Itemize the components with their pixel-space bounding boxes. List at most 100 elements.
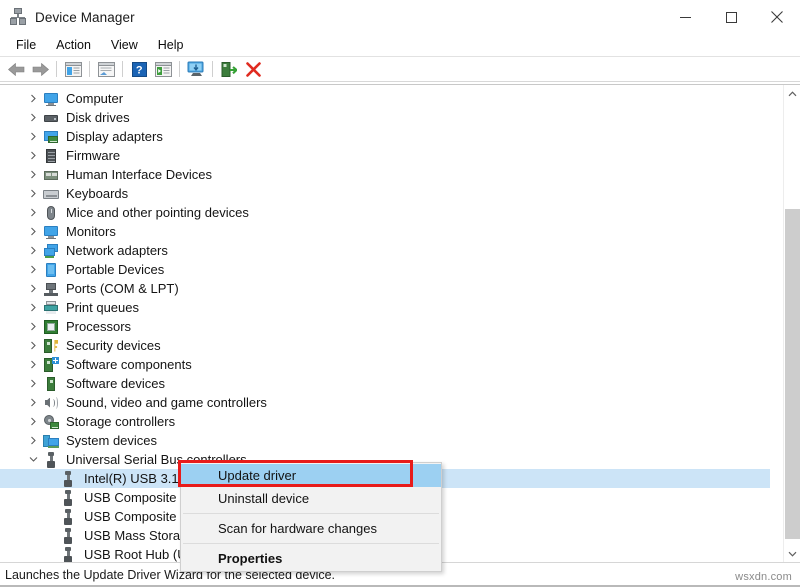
keyboard-icon: [43, 186, 59, 202]
pane-top-border: [0, 84, 800, 85]
enable-device-icon[interactable]: [217, 58, 241, 80]
toolbar-separator: [122, 61, 123, 77]
tree-node-software-components[interactable]: Software components: [0, 355, 770, 374]
usb-controller-icon: [43, 452, 59, 468]
scroll-up-arrow-icon[interactable]: [784, 85, 800, 102]
tree-node-mice-and-pointing-devices[interactable]: Mice and other pointing devices: [0, 203, 770, 222]
chevron-right-icon[interactable]: [27, 127, 40, 146]
vertical-scrollbar[interactable]: [783, 85, 800, 562]
back-arrow-icon[interactable]: [4, 58, 28, 80]
tree-node-sound-video-game-controllers[interactable]: Sound, video and game controllers: [0, 393, 770, 412]
tree-node-storage-controllers[interactable]: Storage controllers: [0, 412, 770, 431]
tree-node-firmware[interactable]: Firmware: [0, 146, 770, 165]
system-device-icon: [43, 433, 59, 449]
tree-node-display-adapters[interactable]: Display adapters: [0, 127, 770, 146]
tree-node-label: System devices: [66, 433, 157, 449]
update-driver-icon[interactable]: [151, 58, 175, 80]
uninstall-device-icon[interactable]: [241, 58, 265, 80]
tree-node-portable-devices[interactable]: Portable Devices: [0, 260, 770, 279]
tree-node-label: Security devices: [66, 338, 161, 354]
minimize-button[interactable]: [662, 0, 708, 34]
usb-device-icon: [60, 528, 76, 544]
toolbar-separator: [212, 61, 213, 77]
tree-node-print-queues[interactable]: Print queues: [0, 298, 770, 317]
chevron-down-icon[interactable]: [27, 450, 40, 469]
show-hide-console-tree-icon[interactable]: [61, 58, 85, 80]
chevron-right-icon[interactable]: [27, 317, 40, 336]
chevron-right-icon[interactable]: [27, 374, 40, 393]
tree-node-label: Sound, video and game controllers: [66, 395, 267, 411]
tree-node-label: Processors: [66, 319, 131, 335]
tree-node-security-devices[interactable]: Security devices: [0, 336, 770, 355]
chevron-right-icon[interactable]: [27, 412, 40, 431]
tree-node-label: Monitors: [66, 224, 116, 240]
firmware-icon: [43, 148, 59, 164]
help-icon[interactable]: ?: [127, 58, 151, 80]
properties-icon[interactable]: [94, 58, 118, 80]
toolbar-separator: [56, 61, 57, 77]
context-menu-item-update-driver[interactable]: Update driver: [181, 464, 441, 487]
tree-node-keyboards[interactable]: Keyboards: [0, 184, 770, 203]
chevron-right-icon[interactable]: [27, 355, 40, 374]
context-menu-item-scan-for-hardware-changes[interactable]: Scan for hardware changes: [181, 517, 441, 540]
context-menu-separator: [183, 543, 439, 544]
chevron-right-icon[interactable]: [27, 260, 40, 279]
tree-node-human-interface-devices[interactable]: Human Interface Devices: [0, 165, 770, 184]
tree-node-label: Portable Devices: [66, 262, 164, 278]
chevron-right-icon[interactable]: [27, 222, 40, 241]
chevron-right-icon[interactable]: [27, 393, 40, 412]
usb-device-icon: [60, 509, 76, 525]
chevron-right-icon[interactable]: [27, 241, 40, 260]
tree-node-software-devices[interactable]: Software devices: [0, 374, 770, 393]
tree-node-disk-drives[interactable]: Disk drives: [0, 108, 770, 127]
software-device-icon: [43, 376, 59, 392]
chevron-right-icon[interactable]: [27, 298, 40, 317]
scrollbar-thumb[interactable]: [785, 209, 800, 539]
menu-view[interactable]: View: [101, 35, 148, 55]
tree-node-system-devices[interactable]: System devices: [0, 431, 770, 450]
window-title: Device Manager: [35, 10, 135, 25]
tree-node-label: Mice and other pointing devices: [66, 205, 249, 221]
tree-node-network-adapters[interactable]: Network adapters: [0, 241, 770, 260]
chevron-right-icon[interactable]: [27, 146, 40, 165]
chevron-right-icon[interactable]: [27, 431, 40, 450]
scan-hardware-changes-icon[interactable]: [184, 58, 208, 80]
tree-node-label: Network adapters: [66, 243, 168, 259]
chevron-right-icon[interactable]: [27, 165, 40, 184]
tree-node-label: Software devices: [66, 376, 165, 392]
context-menu-item-uninstall-device[interactable]: Uninstall device: [181, 487, 441, 510]
tree-node-label: USB Composite D: [84, 509, 189, 525]
chevron-right-icon[interactable]: [27, 108, 40, 127]
port-icon: [43, 281, 59, 297]
tree-node-computer[interactable]: Computer: [0, 89, 770, 108]
menu-help[interactable]: Help: [148, 35, 194, 55]
chevron-right-icon[interactable]: [27, 336, 40, 355]
tree-node-label: USB Root Hub (US: [84, 547, 195, 563]
forward-arrow-icon[interactable]: [28, 58, 52, 80]
tree-node-monitors[interactable]: Monitors: [0, 222, 770, 241]
title-bar: Device Manager: [0, 0, 800, 34]
tree-node-label: Display adapters: [66, 129, 163, 145]
computer-icon: [43, 91, 59, 107]
close-button[interactable]: [754, 0, 800, 34]
window-controls: [662, 0, 800, 34]
tree-node-ports[interactable]: Ports (COM & LPT): [0, 279, 770, 298]
chevron-right-icon[interactable]: [27, 279, 40, 298]
chevron-right-icon[interactable]: [27, 184, 40, 203]
tree-node-label: Firmware: [66, 148, 120, 164]
usb-device-icon: [60, 490, 76, 506]
tree-node-label: Print queues: [66, 300, 139, 316]
chevron-right-icon[interactable]: [27, 89, 40, 108]
software-component-icon: [43, 357, 59, 373]
tree-node-processors[interactable]: Processors: [0, 317, 770, 336]
maximize-button[interactable]: [708, 0, 754, 34]
toolbar-separator: [179, 61, 180, 77]
printer-icon: [43, 300, 59, 316]
menu-file[interactable]: File: [6, 35, 46, 55]
tree-node-label: Human Interface Devices: [66, 167, 212, 183]
usb-device-icon: [60, 471, 76, 487]
scroll-down-arrow-icon[interactable]: [784, 545, 800, 562]
menu-action[interactable]: Action: [46, 35, 101, 55]
context-menu-item-properties[interactable]: Properties: [181, 547, 441, 570]
chevron-right-icon[interactable]: [27, 203, 40, 222]
